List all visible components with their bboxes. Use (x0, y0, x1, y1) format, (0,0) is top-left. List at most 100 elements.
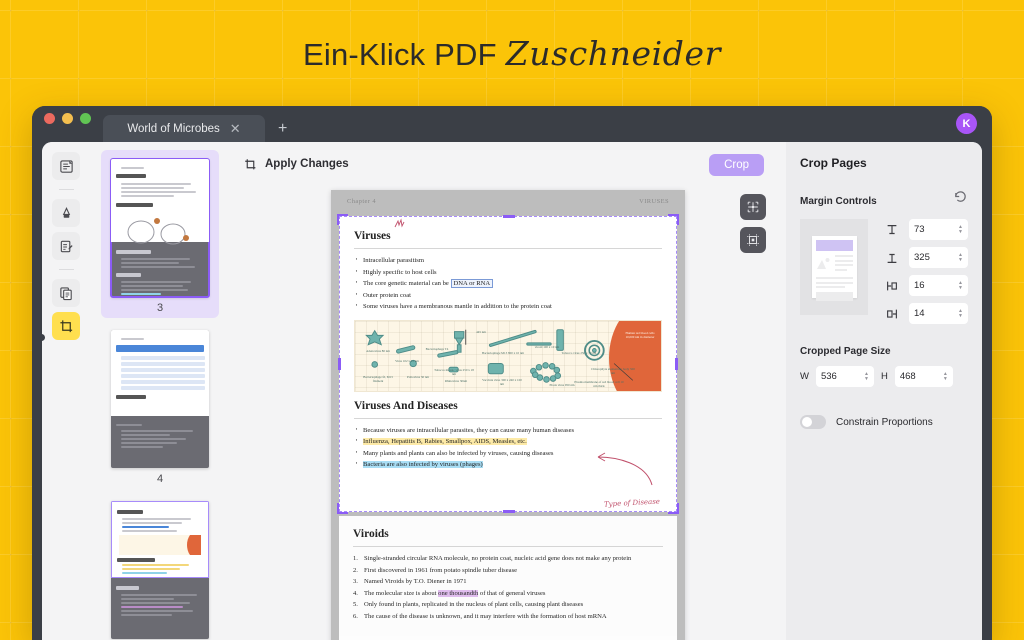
apply-changes-button[interactable]: Apply Changes (244, 158, 349, 171)
infographic-label: Poliovirus 30 nm (403, 375, 433, 379)
list-item[interactable]: 5 (101, 492, 219, 640)
preview-header-band (816, 240, 853, 251)
margin-left-icon (884, 279, 900, 293)
close-icon[interactable]: ✕ (230, 122, 241, 135)
sidebar-item-highlight-tool[interactable] (52, 199, 80, 227)
height-input[interactable]: 468 ▲▼ (895, 366, 953, 387)
virus-size-infographic: Adenovirus 80 nm Virus 102 x 12 nm Bacte… (354, 320, 662, 392)
infographic-label: Rhinovirus 30nm (441, 379, 471, 383)
list-item: The cause of the disease is unknown, and… (353, 611, 663, 623)
section-heading: Viruses (354, 230, 391, 242)
margin-top-input[interactable]: 73 ▲▼ (909, 219, 968, 240)
margin-bottom-row: 325 ▲▼ (884, 247, 968, 268)
viroid-numbered-list: Single-stranded circular RNA molecule, n… (353, 553, 663, 623)
margin-left-input[interactable]: 16 ▲▼ (909, 275, 968, 296)
list-item: Named Viroids by T.O. Diener in 1971 (353, 576, 663, 588)
stepper-arrows[interactable]: ▲▼ (958, 309, 963, 319)
page-content-top: Viruses Intracellular parasitism Highly … (340, 217, 676, 471)
fit-selection-button[interactable] (740, 194, 766, 220)
width-input[interactable]: 536 ▲▼ (816, 366, 874, 387)
highlighted-text: Bacteria are also infected by viruses (p… (363, 461, 483, 468)
panel-resize-handle[interactable] (42, 334, 45, 341)
constrain-proportions-toggle[interactable] (800, 415, 826, 429)
tool-rail (42, 142, 90, 640)
sidebar-item-pages-tool[interactable] (52, 279, 80, 307)
hero-title-main: Ein-Klick PDF (303, 37, 497, 73)
minimize-window-icon[interactable] (62, 113, 73, 124)
list-item: Influenza, Hepatitis B, Rabies, Smallpox… (354, 436, 662, 448)
sidebar-item-crop-tool[interactable] (52, 312, 80, 340)
auto-crop-button[interactable] (740, 227, 766, 253)
divider (354, 248, 662, 249)
avatar[interactable]: K (956, 113, 977, 134)
section-heading: Viruses And Diseases (354, 400, 458, 412)
highlighted-text: Influenza, Hepatitis B, Rabies, Smallpox… (363, 438, 527, 445)
margin-bottom-input[interactable]: 325 ▲▼ (909, 247, 968, 268)
crop-button[interactable]: Crop (709, 154, 764, 176)
infographic-label: Vaccinia virus 300 x 240 x 100 nm (481, 378, 523, 386)
list-item: Because viruses are intracellular parasi… (354, 425, 662, 437)
infographic-label: viroid 100 x 10 nm (529, 345, 565, 349)
crop-frame-icon (746, 233, 760, 247)
constrain-proportions-label: Constrain Proportions (836, 417, 933, 428)
selected-text-box[interactable]: DNA or RNA (451, 279, 494, 288)
thumbnail-page-number: 4 (157, 473, 163, 485)
thumbnail-page-number: 3 (157, 302, 163, 314)
crop-handle-top[interactable] (503, 215, 515, 218)
preview-page-thumbnail (812, 236, 857, 298)
crop-handle-bottom[interactable] (503, 510, 515, 513)
list-item: Highly specific to host cells (354, 267, 662, 279)
maximize-window-icon[interactable] (80, 113, 91, 124)
page-thumbnail[interactable] (111, 159, 209, 297)
crop-handle-right[interactable] (675, 358, 678, 370)
list-item: Only found in plants, replicated in the … (353, 599, 663, 611)
close-window-icon[interactable] (44, 113, 55, 124)
crop-handle-top-left[interactable] (337, 214, 348, 225)
page-thumbnail[interactable] (111, 501, 209, 639)
divider (354, 418, 662, 419)
crop-handle-left[interactable] (338, 358, 341, 370)
margin-left-row: 16 ▲▼ (884, 275, 968, 296)
sidebar-item-annotate-tool[interactable] (52, 232, 80, 260)
document-viewer: Apply Changes Crop (230, 142, 786, 640)
app-body: 3 (42, 142, 982, 640)
height-label: H (881, 371, 888, 382)
crop-settings-panel: Crop Pages Margin Controls (786, 142, 982, 640)
infographic-label: 445 nm (471, 330, 491, 334)
list-item: First discovered in 1961 from potato spi… (353, 565, 663, 577)
width-label: W (800, 371, 809, 382)
crop-handle-top-right[interactable] (668, 214, 679, 225)
new-tab-icon[interactable]: + (278, 121, 287, 142)
reset-icon[interactable] (953, 189, 968, 209)
stepper-arrows[interactable]: ▲▼ (864, 372, 869, 382)
page-content-bottom: Viroids Single-stranded circular RNA mol… (339, 516, 677, 640)
traffic-lights (44, 106, 91, 142)
list-item[interactable]: 3 (101, 150, 219, 318)
list-item: The molecular size is about one thousand… (353, 588, 663, 600)
stepper-arrows[interactable]: ▲▼ (958, 225, 963, 235)
stepper-arrows[interactable]: ▲▼ (958, 253, 963, 263)
handwritten-annotation: Type of Disease (604, 498, 660, 509)
list-item: The core genetic material can be DNA or … (354, 278, 662, 290)
page-thumbnail[interactable] (111, 330, 209, 468)
stepper-arrows[interactable]: ▲▼ (958, 281, 963, 291)
page-header-right: VIRUSES (639, 198, 669, 205)
stepper-arrows[interactable]: ▲▼ (943, 372, 948, 382)
constrain-proportions-row[interactable]: Constrain Proportions (800, 415, 968, 429)
document-page[interactable]: Chapter 4 VIRUSES Viruses (331, 190, 685, 640)
document-tab[interactable]: World of Microbes ✕ (103, 115, 265, 142)
crop-handle-bottom-right[interactable] (668, 503, 679, 514)
crop-selection[interactable]: Viruses Intracellular parasitism Highly … (339, 216, 677, 512)
highlighter-icon (59, 206, 74, 221)
infographic-label: Virus 102 x 12 nm (391, 359, 423, 363)
panel-title: Crop Pages (800, 156, 968, 170)
infographic-label: Human red blood cells 10,000 nm in diame… (623, 331, 657, 339)
margin-right-input[interactable]: 14 ▲▼ (909, 303, 968, 324)
pages-copy-icon (59, 286, 74, 301)
list-item[interactable]: 4 (101, 321, 219, 489)
infographic-label: Bacteriophage fd, M13 filament (359, 375, 397, 383)
window-titlebar: World of Microbes ✕ + K (32, 106, 992, 142)
thumbnail-panel[interactable]: 3 (90, 142, 230, 640)
crop-handle-bottom-left[interactable] (337, 503, 348, 514)
sidebar-item-text-tool[interactable] (52, 152, 80, 180)
